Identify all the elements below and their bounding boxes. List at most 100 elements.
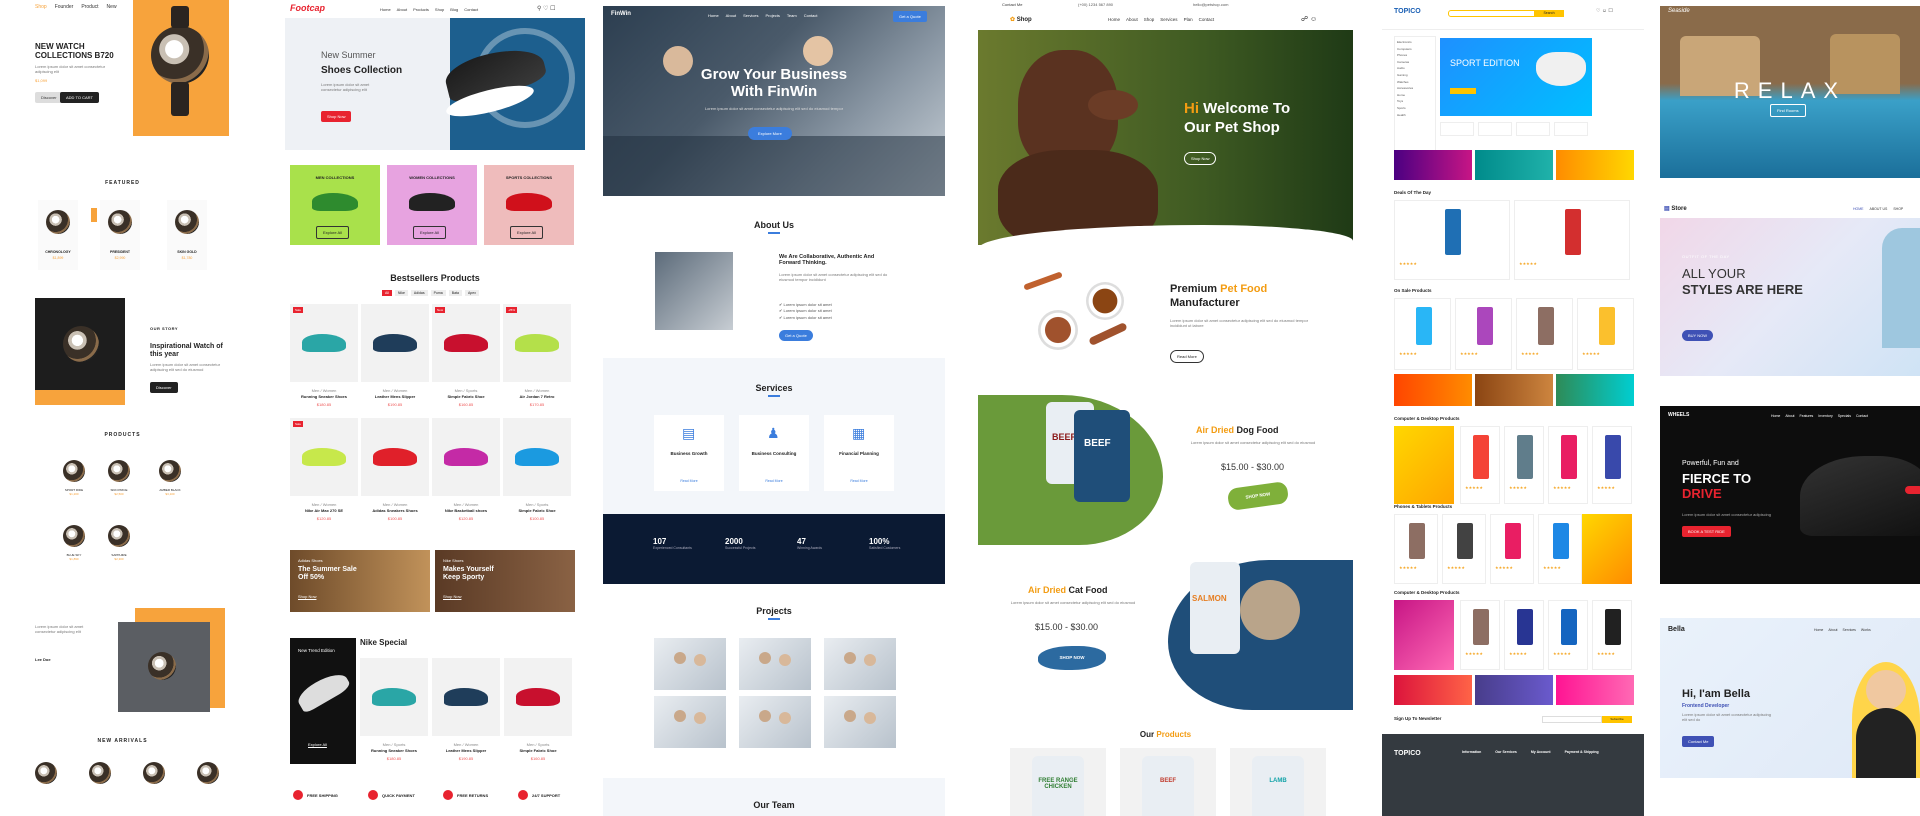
banner-shop-link[interactable]: Shop Now (298, 594, 316, 599)
product-name[interactable]: Nike Air Max 270 SE (290, 508, 358, 513)
product-card[interactable]: Men / Sports Running Sneaker Shoes $180.85 (360, 658, 428, 766)
collection-card[interactable]: SPORTS COLLECTIONS Explore All (484, 165, 574, 245)
product-card[interactable]: ★★★★★ (1504, 600, 1544, 670)
petshop-nav-item[interactable]: Services (1160, 17, 1177, 22)
product-card[interactable]: AMBER BLACK $3,100 (155, 460, 185, 496)
product-card[interactable]: New Men / Sports Simple Fabric Shoe $160.85 (432, 304, 500, 414)
phones-promo[interactable] (1582, 514, 1632, 584)
about-quote-button[interactable]: Get a Quote (779, 330, 813, 341)
finwin-explore-button[interactable]: Explore More (748, 127, 792, 140)
computer-promo[interactable] (1394, 426, 1454, 504)
filter-tab[interactable]: Bata (448, 290, 462, 296)
featured-card[interactable]: PRESIDENT $2,990 (100, 200, 140, 270)
collection-explore-button[interactable]: Explore All (413, 226, 446, 239)
bella-nav-item[interactable]: Home (1814, 628, 1823, 632)
bella-nav-item[interactable]: Services (1843, 628, 1856, 632)
service-card[interactable]: ▦ Financial Planning Read More (824, 415, 894, 491)
topico-account-icons[interactable]: ♡ ☺ ☐ (1596, 8, 1613, 14)
promo-banner[interactable] (1556, 374, 1634, 406)
project-image[interactable] (739, 696, 811, 748)
promo-banner[interactable] (1475, 150, 1553, 180)
product-name[interactable]: Nike Basketball shoes (432, 508, 500, 513)
product-card[interactable]: ★★★★★ (1592, 600, 1632, 670)
promo-banner[interactable] (1475, 675, 1553, 705)
product-name[interactable]: Leather Mens Slipper (361, 394, 429, 399)
footcap-logo[interactable]: Footcap (290, 3, 325, 13)
petshop-logo[interactable]: ✿ Shop (1010, 16, 1032, 23)
product-card[interactable]: Men / Women Leather Mens Slipper $190.85 (432, 658, 500, 766)
cart-icon[interactable]: ☍ ☺ (1301, 15, 1317, 23)
product-card[interactable]: ★★★★★ (1504, 426, 1544, 504)
filter-tab[interactable]: Adidas (410, 290, 428, 296)
product-card[interactable]: ★★★★★ (1538, 514, 1582, 584)
petshop-nav-item[interactable]: Plan (1184, 17, 1193, 22)
service-read-more[interactable]: Read More (654, 479, 724, 483)
wheels-nav-item[interactable]: Specials (1838, 414, 1851, 418)
promo-banner[interactable] (1394, 374, 1472, 406)
topico-search-button[interactable]: Search (1534, 10, 1564, 17)
promo-banner[interactable] (1556, 675, 1634, 705)
product-card[interactable]: ★★★★★ (1548, 426, 1588, 504)
product-card[interactable]: SKIN PRICE $2,500 (105, 460, 133, 496)
topico-search-input[interactable] (1448, 10, 1546, 17)
finwin-nav-item[interactable]: Services (743, 13, 758, 18)
store-nav-item[interactable]: ABOUT US (1870, 207, 1888, 211)
email-text[interactable]: hello@petshop.com (1193, 2, 1228, 7)
filter-tab[interactable]: Puma (430, 290, 446, 296)
project-image[interactable] (654, 696, 726, 748)
banner-shop-link[interactable]: Shop Now (443, 594, 461, 599)
product-card[interactable]: LAMB (1230, 748, 1326, 816)
collection-card[interactable]: MEN COLLECTIONS Explore All (290, 165, 380, 245)
service-read-more[interactable]: Read More (824, 479, 894, 483)
finwin-nav-item[interactable]: Team (787, 13, 797, 18)
petshop-nav-item[interactable]: Home (1108, 17, 1120, 22)
product-card[interactable]: ★★★★★ (1577, 298, 1634, 370)
watch-discover-button[interactable]: Discover (35, 92, 63, 103)
service-read-more[interactable]: Read More (739, 479, 809, 483)
seaside-find-button[interactable]: Find Rooms (1770, 104, 1806, 117)
project-image[interactable] (824, 638, 896, 690)
bella-nav-item[interactable]: Works (1861, 628, 1871, 632)
product-name[interactable]: Running Sneaker Shoes (290, 394, 358, 399)
promo-banner[interactable] (1556, 150, 1634, 180)
food-read-more-button[interactable]: Read More (1170, 350, 1204, 363)
product-name[interactable]: Leather Mens Slipper (432, 748, 500, 753)
product-name[interactable]: Simple Fabric Shoe (503, 508, 571, 513)
watch-nav-item[interactable]: Product (81, 4, 98, 10)
watch-add-to-cart-button[interactable]: ADD TO CART (60, 92, 99, 103)
footcap-nav-item[interactable]: Products (413, 7, 429, 12)
special-edition-card[interactable]: New Trend Edition Explore All (290, 638, 356, 764)
product-card[interactable]: Men / Sports Simple Fabric Shoe $100.85 (503, 418, 571, 528)
product-card[interactable]: BLUE SKY $1,890 (60, 525, 88, 561)
project-image[interactable] (824, 696, 896, 748)
wheels-nav-item[interactable]: Contact (1856, 414, 1868, 418)
featured-card[interactable]: CHRONOLOGY $1,899 (38, 200, 78, 270)
finwin-nav-item[interactable]: Home (708, 13, 719, 18)
wheels-nav-item[interactable]: About (1785, 414, 1794, 418)
product-card[interactable]: ★★★★★ (1460, 426, 1500, 504)
watch-icon[interactable] (143, 762, 165, 784)
footcap-nav-item[interactable]: Shop (435, 7, 444, 12)
footcap-nav-item[interactable]: Contact (464, 7, 478, 12)
product-card[interactable]: ★★★★★ (1516, 298, 1573, 370)
wheels-test-ride-button[interactable]: BOOK A TEST RIDE (1682, 526, 1731, 537)
special-explore-link[interactable]: Explore All (308, 742, 327, 747)
wheels-nav-item[interactable]: Features (1800, 414, 1814, 418)
wheels-nav-item[interactable]: Home (1771, 414, 1780, 418)
footcap-nav-item[interactable]: Blog (450, 7, 458, 12)
bella-logo[interactable]: Bella (1668, 626, 1685, 633)
product-card[interactable]: ★★★★★ (1394, 200, 1510, 280)
watch-icon[interactable] (35, 762, 57, 784)
product-card[interactable]: Men / Women Adidas Sneakers Shoes $100.85 (361, 418, 429, 528)
product-card[interactable]: ★★★★★ (1394, 514, 1438, 584)
footcap-cart-icon[interactable]: ⚲ ♡ ☐ (537, 5, 556, 12)
project-image[interactable] (739, 638, 811, 690)
footcap-shop-now-button[interactable]: Shop Now (321, 111, 352, 122)
collection-explore-button[interactable]: Explore All (510, 226, 543, 239)
product-card[interactable]: ★★★★★ (1548, 600, 1588, 670)
filter-tab[interactable]: All (382, 290, 392, 296)
computer-promo-2[interactable] (1394, 600, 1454, 670)
footcap-nav-item[interactable]: About (397, 7, 407, 12)
phone-text[interactable]: (+00) 1234 567 890 (1078, 2, 1113, 7)
product-name[interactable]: Air Jordan 7 Retro (503, 394, 571, 399)
